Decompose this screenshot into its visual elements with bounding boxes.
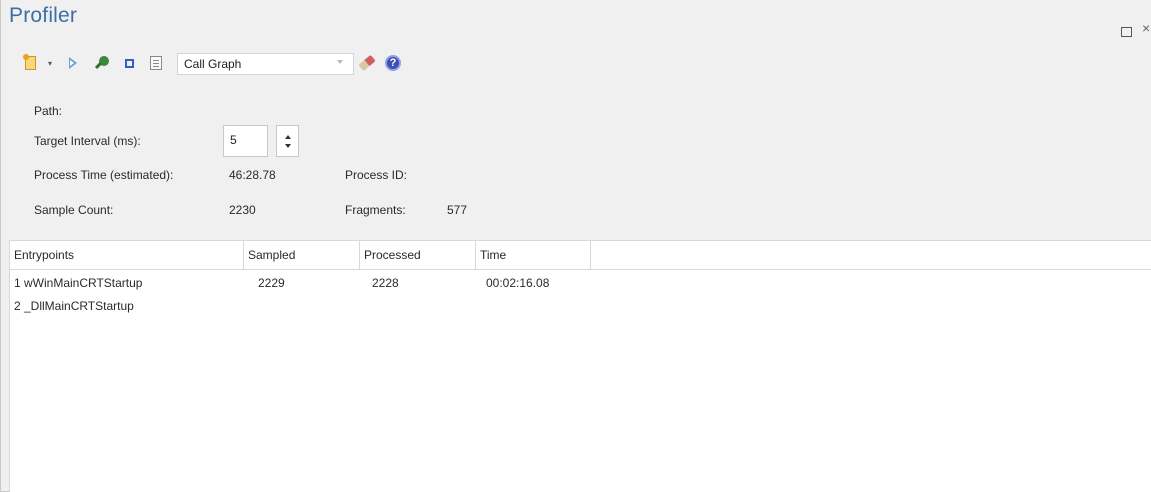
cell-entrypoint: 1 wWinMainCRTStartup xyxy=(14,276,143,290)
target-interval-spinner[interactable] xyxy=(276,125,299,157)
process-time-label: Process Time (estimated): xyxy=(34,168,174,182)
eraser-icon[interactable] xyxy=(358,54,376,72)
maximize-button[interactable] xyxy=(1121,27,1132,37)
target-interval-input[interactable]: 5 xyxy=(223,125,268,157)
process-id-label: Process ID: xyxy=(345,168,408,182)
title-bar: Profiler × xyxy=(1,0,1151,44)
spin-up-icon[interactable] xyxy=(285,135,291,139)
toolbar: ▾ ? xyxy=(1,50,1151,78)
sample-count-label: Sample Count: xyxy=(34,203,114,217)
new-document-icon[interactable] xyxy=(23,54,39,72)
fragments-label: Fragments: xyxy=(345,203,406,217)
grid-header: Entrypoints Sampled Processed Time xyxy=(10,241,1151,270)
report-icon[interactable] xyxy=(149,54,163,72)
process-time-value: 46:28.78 xyxy=(229,168,276,182)
close-button[interactable]: × xyxy=(1142,20,1150,36)
cell-time: 00:02:16.08 xyxy=(486,276,550,290)
window-title: Profiler xyxy=(9,4,78,27)
path-label: Path: xyxy=(34,104,63,118)
entrypoints-grid: Entrypoints Sampled Processed Time 1 wWi… xyxy=(9,240,1151,492)
view-select[interactable]: Call Graph xyxy=(177,53,354,75)
cell-sampled: 2229 xyxy=(258,276,285,290)
column-header-sampled[interactable]: Sampled xyxy=(244,241,360,270)
sample-count-value: 2230 xyxy=(229,203,256,217)
spin-down-icon[interactable] xyxy=(285,144,291,148)
column-header-time[interactable]: Time xyxy=(476,241,591,270)
view-select-chevron-icon[interactable] xyxy=(337,60,343,64)
search-icon[interactable] xyxy=(94,54,110,72)
stop-icon[interactable] xyxy=(123,54,135,72)
column-header-processed[interactable]: Processed xyxy=(360,241,476,270)
column-header-entrypoints[interactable]: Entrypoints xyxy=(10,241,244,270)
chevron-down-icon[interactable]: ▾ xyxy=(45,54,55,72)
cell-processed: 2228 xyxy=(372,276,399,290)
fragments-value: 577 xyxy=(447,203,468,217)
profiler-window: Profiler × ▾ ? Call Graph Path: Target I… xyxy=(0,0,1151,492)
play-icon[interactable] xyxy=(67,54,79,72)
cell-entrypoint: 2 _DllMainCRTStartup xyxy=(14,299,134,313)
help-icon[interactable]: ? xyxy=(384,54,402,72)
target-interval-label: Target Interval (ms): xyxy=(34,134,141,148)
